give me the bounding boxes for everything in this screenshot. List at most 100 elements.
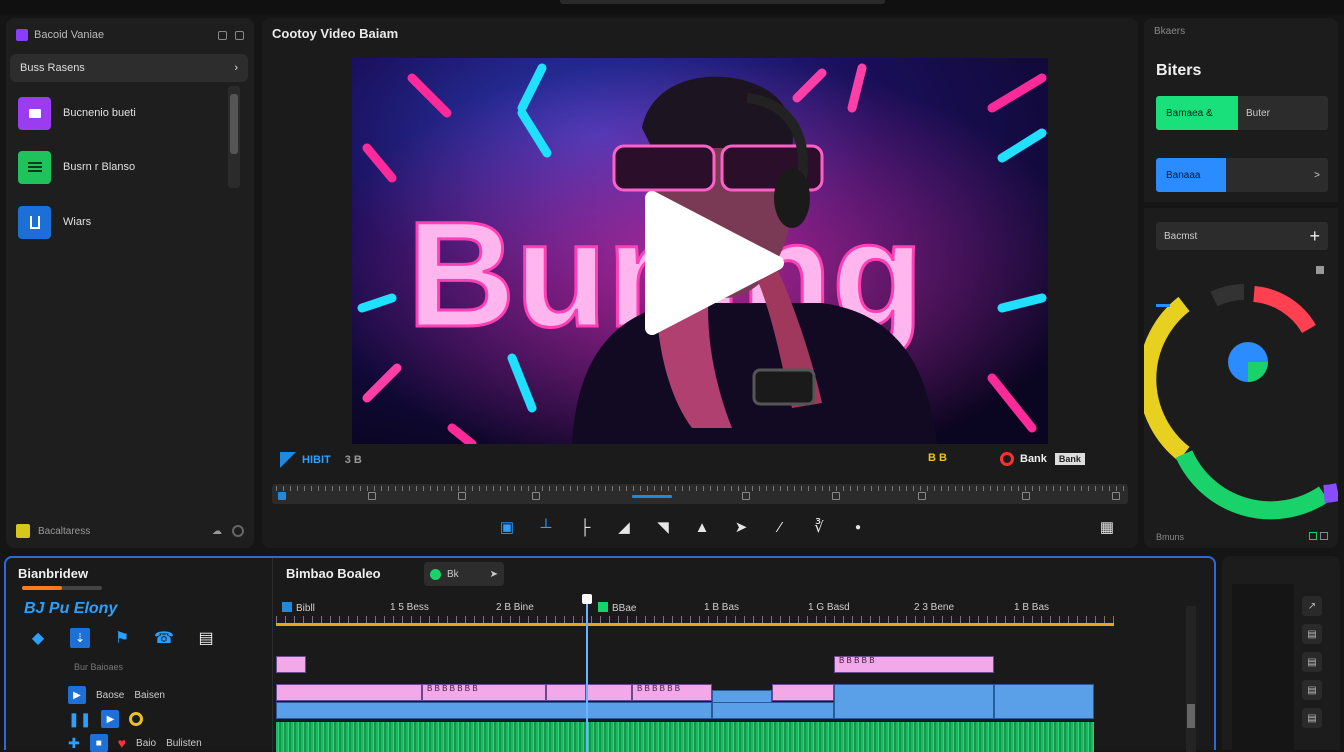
marker[interactable]	[918, 492, 926, 500]
timeline-clip[interactable]	[772, 684, 834, 701]
ruler-label: 2 3 Bene	[914, 602, 955, 613]
crop-tool-icon[interactable]: ◢	[613, 516, 635, 538]
side-tools-panel: ↗ ▤ ▤ ▤ ▤	[1222, 556, 1340, 750]
media-item-1[interactable]: Bucnenio bueti	[18, 96, 136, 130]
import-icon[interactable]: ⇣	[70, 628, 90, 648]
marker[interactable]	[742, 492, 750, 500]
side-tool-icon[interactable]: ▤	[1302, 624, 1322, 644]
media-item-3[interactable]: Wiars	[18, 205, 91, 239]
marker[interactable]	[368, 492, 376, 500]
media-search[interactable]: Buss Rasens ›	[10, 54, 248, 82]
marker[interactable]	[1022, 492, 1030, 500]
audio-level-icon: ❚❚	[68, 710, 92, 727]
side-tool-icon[interactable]: ▤	[1302, 680, 1322, 700]
audio-waveform[interactable]	[276, 722, 1094, 752]
close-icon[interactable]	[235, 30, 244, 40]
preview-scrubber[interactable]	[272, 484, 1128, 504]
preview-info-left: HIBIT 3 B	[280, 452, 362, 468]
add-filter-row[interactable]: Bacmst +	[1156, 222, 1328, 250]
grid-icon[interactable]: ▦	[1096, 516, 1118, 538]
timeline-clip[interactable]	[276, 684, 422, 701]
scroll-thumb[interactable]	[230, 94, 238, 154]
scrub-progress	[632, 495, 672, 498]
side-tool-icon[interactable]: ↗	[1302, 596, 1322, 616]
pin-tool-icon[interactable]: ▲	[691, 516, 713, 538]
pin-icon[interactable]	[218, 30, 227, 40]
in-marker[interactable]	[278, 492, 286, 500]
filters-footer-icons[interactable]	[1309, 532, 1328, 542]
video-track-icon[interactable]: ▶	[101, 710, 120, 728]
select-tool-icon[interactable]: ▣	[496, 516, 518, 538]
plus-icon[interactable]: +	[1309, 226, 1320, 247]
media-item-2[interactable]: Busrn r Blanso	[18, 150, 135, 184]
phone-icon[interactable]: ☎	[154, 628, 174, 648]
track-lane-1[interactable]: ▶ Baose Baisen	[68, 686, 165, 704]
color-wheel[interactable]	[1144, 264, 1338, 524]
ruler-label: 2 B Bine	[496, 602, 534, 613]
shape-icon[interactable]: ◆	[28, 628, 48, 648]
filter-a-label: Bamaea &	[1156, 96, 1238, 130]
side-tool-icon[interactable]: ▤	[1302, 708, 1322, 728]
timeline-clip[interactable]: B B B B B B	[632, 684, 712, 701]
speed-tool-icon[interactable]: ∛	[808, 516, 830, 538]
lock-icon[interactable]: ■	[89, 734, 108, 752]
timeline-scrollbar[interactable]	[1186, 606, 1196, 752]
split-tool-icon[interactable]: ├	[574, 516, 596, 538]
scrubber-ticks	[276, 486, 1124, 491]
track-lane-2[interactable]: ❚❚ ▶	[68, 710, 144, 728]
playhead[interactable]	[582, 594, 592, 752]
media-scrollbar[interactable]	[228, 86, 240, 188]
sequence-chip[interactable]: Bk ➤	[424, 562, 504, 586]
lane-label: Bulisten	[166, 737, 202, 749]
record-icon[interactable]	[1000, 452, 1014, 466]
track-group-label: Bur Baioaes	[74, 662, 124, 672]
preview-info-right-b: Bank Bank	[1000, 452, 1085, 466]
edit-toolbar: ▣ ┴ ├ ◢ ◥ ▲ ➤ ⁄ ∛ ●	[496, 516, 869, 538]
status-dot-icon	[430, 568, 441, 580]
video-preview[interactable]: Bumng	[352, 58, 1048, 444]
timeline-clip[interactable]	[276, 656, 306, 673]
dot-tool-icon[interactable]: ●	[847, 516, 869, 538]
settings-icon[interactable]	[232, 525, 244, 537]
marker[interactable]	[458, 492, 466, 500]
flag-icon[interactable]: ⚑	[112, 628, 132, 648]
resolution-label: HIBIT	[302, 454, 331, 466]
marker[interactable]	[532, 492, 540, 500]
timeline-clip[interactable]: B B B B B	[834, 656, 994, 673]
timeline-clip[interactable]	[276, 702, 712, 719]
folder-icon	[18, 96, 51, 130]
add-filter-label: Bacmst	[1164, 230, 1198, 242]
cloud-icon[interactable]: ☁	[212, 526, 222, 537]
arrow-tool-icon[interactable]: ➤	[730, 516, 752, 538]
video-track-icon[interactable]: ▶	[68, 686, 86, 704]
aspect-icon[interactable]	[280, 452, 296, 468]
track-lane-3[interactable]: ✚ ■ ♥ Baio Bulisten	[68, 734, 202, 752]
trim-tool-icon[interactable]: ┴	[535, 516, 557, 538]
marker[interactable]	[1112, 492, 1120, 500]
effects-title: BJ Pu Elony	[24, 600, 118, 617]
timeline-clip[interactable]	[834, 684, 994, 719]
timeline-ruler[interactable]: Bibll 1 5 Bess 2 B Bine BBae 1 B Bas 1 G…	[276, 598, 1114, 626]
folder-icon	[16, 524, 30, 538]
timeline-clip[interactable]	[994, 684, 1094, 719]
filter-row-a[interactable]: Bamaea & Buter	[1156, 96, 1328, 130]
pen-tool-icon[interactable]: ⁄	[769, 516, 791, 538]
timeline-progress	[22, 586, 102, 590]
side-preview	[1232, 584, 1294, 750]
timeline-clip[interactable]: B B B B B B B	[422, 684, 546, 701]
playhead-handle[interactable]	[582, 594, 592, 604]
file-icon[interactable]: ▤	[196, 628, 216, 648]
scroll-thumb[interactable]	[1187, 704, 1195, 728]
slip-tool-icon[interactable]: ◥	[652, 516, 674, 538]
timeline-clip[interactable]	[586, 684, 632, 701]
filter-row-b[interactable]: Banaaa >	[1156, 158, 1328, 192]
filter-b-label: Banaaa	[1156, 158, 1226, 192]
divider	[1144, 202, 1338, 208]
timeline-clip[interactable]	[546, 684, 586, 701]
media-panel-title: Bacoid Vaniae	[34, 29, 105, 41]
document-icon	[18, 205, 51, 239]
marker[interactable]	[832, 492, 840, 500]
side-tool-icon[interactable]: ▤	[1302, 652, 1322, 672]
timeline-clip[interactable]	[712, 702, 834, 719]
media-footer-label: Bacaltaress	[38, 525, 91, 537]
